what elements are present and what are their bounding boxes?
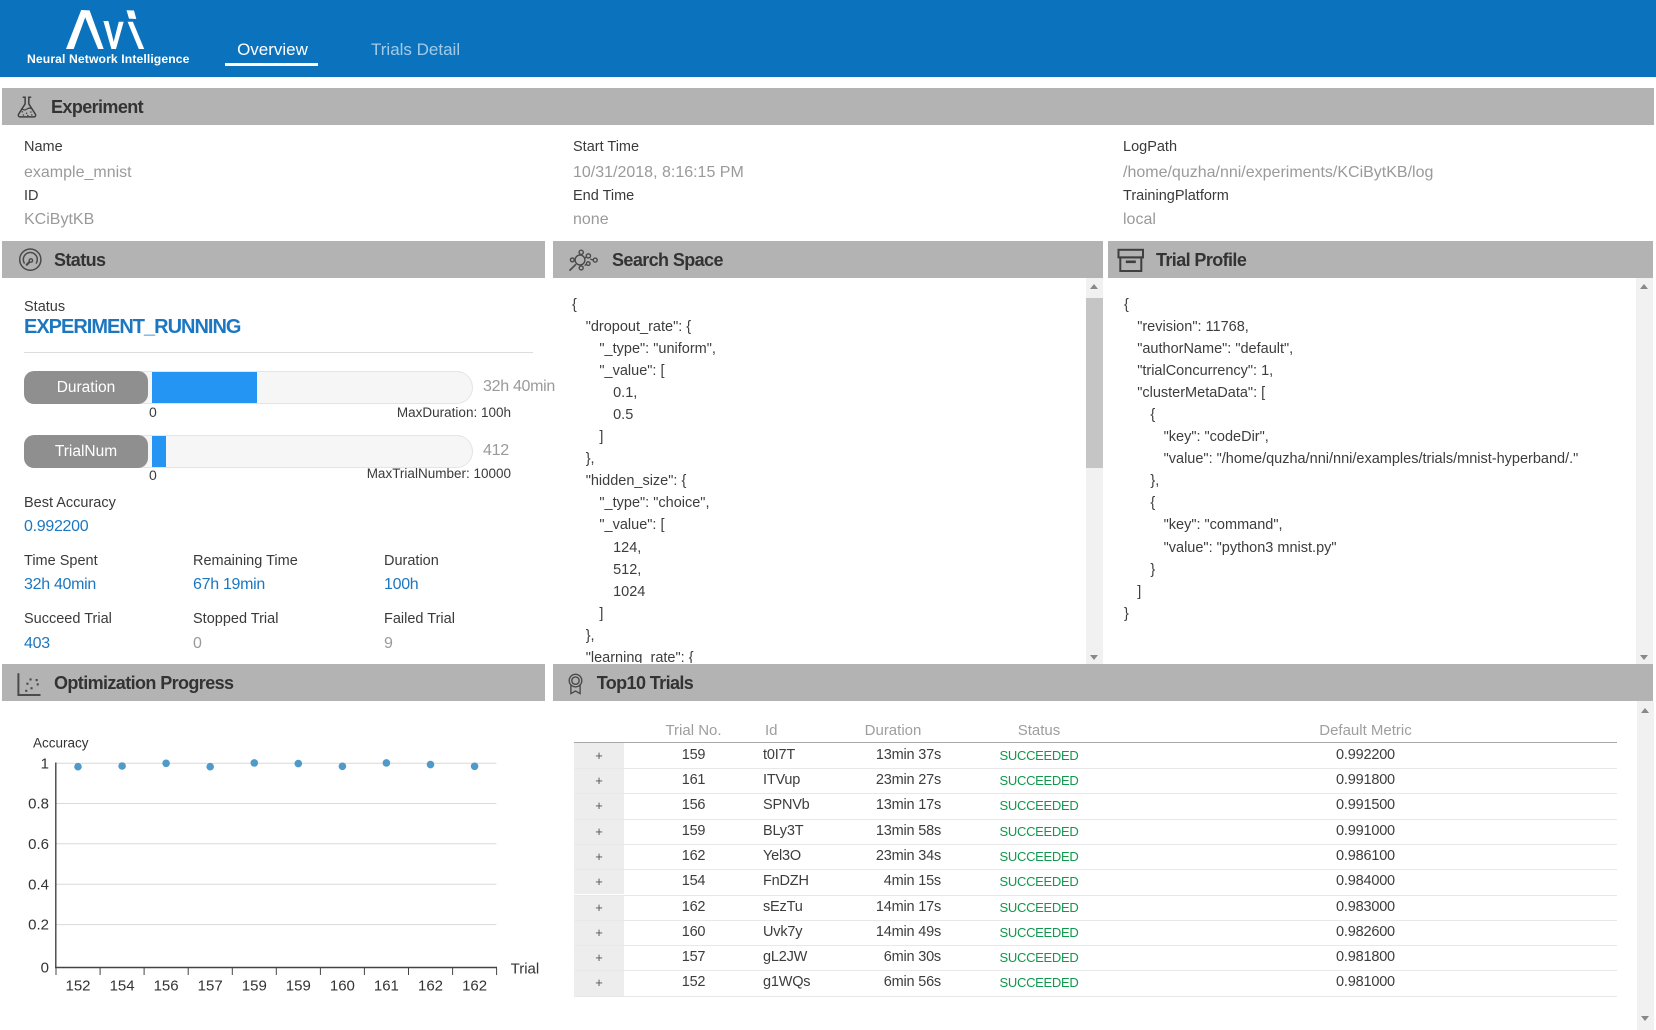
svg-text:0: 0 <box>41 960 49 977</box>
svg-text:0.4: 0.4 <box>28 876 49 893</box>
svg-text:159: 159 <box>286 978 311 995</box>
svg-text:Trial: Trial <box>511 961 540 978</box>
svg-text:160: 160 <box>330 978 355 995</box>
svg-text:159: 159 <box>242 978 267 995</box>
svg-text:Accuracy: Accuracy <box>33 736 89 751</box>
svg-text:161: 161 <box>374 978 399 995</box>
svg-text:0.2: 0.2 <box>28 917 49 934</box>
svg-text:1: 1 <box>41 755 49 772</box>
svg-text:162: 162 <box>462 978 487 995</box>
svg-text:162: 162 <box>418 978 443 995</box>
svg-text:0.8: 0.8 <box>28 796 49 813</box>
svg-text:156: 156 <box>154 978 179 995</box>
svg-text:154: 154 <box>110 978 135 995</box>
svg-text:157: 157 <box>198 978 223 995</box>
svg-text:152: 152 <box>65 978 90 995</box>
svg-text:0.6: 0.6 <box>28 836 49 853</box>
